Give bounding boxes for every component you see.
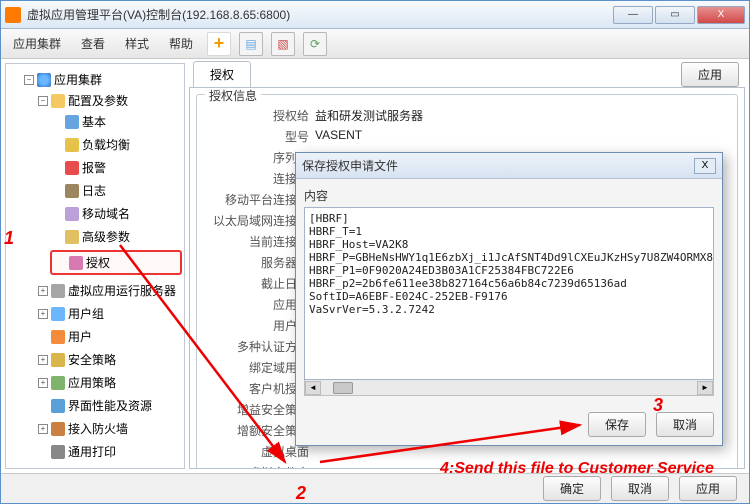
tree-uires[interactable]: 界面性能及资源 [68,397,152,414]
dialog-content-label: 内容 [304,187,714,204]
menu-style[interactable]: 样式 [119,31,155,56]
toolbar-btn-2[interactable]: ▤ [239,32,263,56]
tree-advanced[interactable]: 高级参数 [82,228,130,245]
tree-log[interactable]: 日志 [82,182,106,199]
ok-button[interactable]: 确定 [543,476,601,501]
window-title: 虚拟应用管理平台(VA)控制台(192.168.8.65:6800) [27,6,613,23]
toolbar-btn-3[interactable]: ▧ [271,32,295,56]
tree-curstate[interactable]: 集群当前状态 [54,468,126,469]
minimize-button[interactable]: — [613,6,653,24]
dialog-save-button[interactable]: 保存 [588,412,646,437]
close-button[interactable]: X [697,6,745,24]
tree-mobile[interactable]: 移动域名 [82,205,130,222]
expand-icon[interactable]: − [24,75,34,85]
val-to: 益和研发测试服务器 [315,107,729,124]
print-icon [51,445,65,459]
dialog-hscrollbar[interactable]: ◄ ► [304,380,714,396]
firewall-icon [51,422,65,436]
dialog-textarea[interactable]: [HBRF] HBRF_T=1 HBRF_Host=VA2K8 HBRF_P=G… [304,207,714,380]
save-request-dialog: 保存授权申请文件 X 内容 [HBRF] HBRF_T=1 HBRF_Host=… [295,152,723,446]
footer: 确定 取消 应用 [1,473,749,503]
tree-alarm[interactable]: 报警 [82,159,106,176]
tree-user[interactable]: 用户 [68,328,92,345]
maximize-button[interactable]: ▭ [655,6,695,24]
menubar: 应用集群 查看 样式 帮助 + ▤ ▧ ⟳ [1,29,749,59]
globe-icon [37,73,51,87]
lock-icon [51,353,65,367]
tree-secpolicy[interactable]: 安全策略 [68,351,116,368]
tree-apppolicy[interactable]: 应用策略 [68,374,116,391]
ui-icon [51,399,65,413]
tab-auth[interactable]: 授权 [193,61,251,87]
tree-root[interactable]: 应用集群 [54,71,102,88]
tree-usergroup[interactable]: 用户组 [68,305,104,322]
menu-view[interactable]: 查看 [75,31,111,56]
cancel-button[interactable]: 取消 [611,476,669,501]
app-icon-tree [51,376,65,390]
app-icon [5,7,21,23]
group-icon [51,307,65,321]
warn-icon [65,161,79,175]
log-icon [65,184,79,198]
apply-button-top[interactable]: 应用 [681,62,739,87]
tree-firewall[interactable]: 接入防火墙 [68,420,128,437]
book-icon [65,115,79,129]
dialog-title: 保存授权申请文件 [302,157,694,174]
tree-config[interactable]: 配置及参数 [68,92,128,109]
auth-icon [69,256,83,270]
tree-auth[interactable]: 授权 [86,254,110,271]
server-icon [51,284,65,298]
toolbar-add-button[interactable]: + [207,32,231,56]
user-icon [51,330,65,344]
gear-icon [65,230,79,244]
tree-vserver[interactable]: 虚拟应用运行服务器 [68,282,176,299]
dialog-close-button[interactable]: X [694,158,716,174]
tree-auth-selected: 授权 [50,250,182,275]
scroll-left-icon[interactable]: ◄ [305,381,321,395]
scroll-right-icon[interactable]: ► [697,381,713,395]
dialog-cancel-button[interactable]: 取消 [656,412,714,437]
sidebar-tree[interactable]: −应用集群 −配置及参数 基本 负载均衡 报警 日志 移动域名 高级参数 授权 [5,63,185,469]
menu-cluster[interactable]: 应用集群 [7,31,67,56]
group-title: 授权信息 [205,87,261,104]
balance-icon [65,138,79,152]
apply-button[interactable]: 应用 [679,476,737,501]
titlebar: 虚拟应用管理平台(VA)控制台(192.168.8.65:6800) — ▭ X [1,1,749,29]
mobile-icon [65,207,79,221]
toolbar-btn-4[interactable]: ⟳ [303,32,327,56]
tree-balance[interactable]: 负载均衡 [82,136,130,153]
folder-icon [51,94,65,108]
menu-help[interactable]: 帮助 [163,31,199,56]
val-model: VASENT [315,128,729,145]
tree-basic[interactable]: 基本 [82,113,106,130]
tree-print[interactable]: 通用打印 [68,443,116,460]
scroll-thumb[interactable] [333,382,353,394]
